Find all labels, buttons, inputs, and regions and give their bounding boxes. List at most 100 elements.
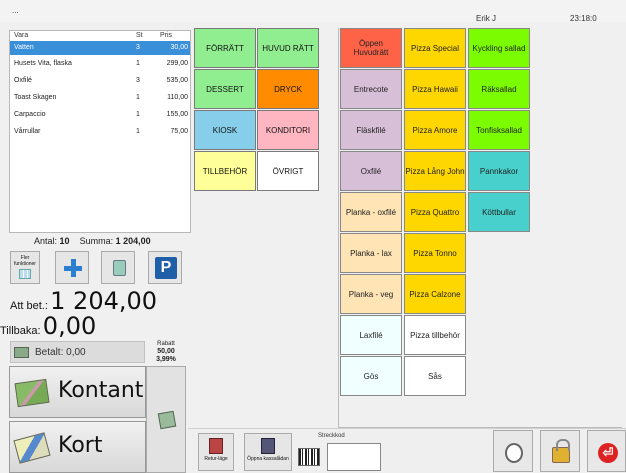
order-row[interactable]: Carpaccio 1 155,00 (10, 108, 190, 122)
order-row-qty: 1 (136, 60, 140, 67)
open-drawer-label: Öppna kassalådan (247, 456, 289, 462)
order-row-price: 75,00 (170, 128, 188, 135)
discount-amount: 50,00 (157, 348, 175, 355)
card-icon (13, 432, 51, 464)
discount-percent: 3,99% (156, 356, 176, 363)
summa-label: Summa: (79, 236, 114, 246)
order-row-qty: 3 (136, 44, 140, 51)
product-button[interactable]: Fläskfilé (340, 110, 402, 150)
title-bar: ... Erik J 23:18:0 (0, 0, 626, 23)
column-header-item: Vara (14, 32, 29, 39)
category-dessert[interactable]: DESSERT (194, 69, 256, 109)
grid-icon (19, 269, 31, 279)
open-drawer-button[interactable]: Öppna kassalådan (244, 433, 292, 471)
order-list-header: Vara St Pris (10, 31, 190, 41)
order-row-name: Carpaccio (14, 111, 46, 118)
barcode-label: Streckkod (318, 433, 345, 439)
more-functions-label: Fler funktioner (14, 255, 36, 267)
order-row-name: Toast Skagen (14, 94, 57, 101)
product-button[interactable]: Pannkakor (468, 151, 530, 191)
product-button[interactable]: Pizza Calzone (404, 274, 466, 314)
order-row[interactable]: Oxfilé 3 535,00 (10, 74, 190, 88)
order-row[interactable]: Vårrullar 1 75,00 (10, 125, 190, 139)
user-name: Erik J (476, 14, 496, 23)
product-button[interactable]: Planka - oxfilé (340, 192, 402, 232)
order-row-name: Vatten (14, 44, 34, 51)
product-button[interactable]: Kyckling sallad (468, 28, 530, 68)
product-button[interactable]: Planka - veg (340, 274, 402, 314)
order-row-price: 299,00 (166, 60, 188, 67)
card-payment-button[interactable]: Kort (9, 421, 146, 473)
other-payment-button[interactable] (146, 366, 186, 473)
change-due: Tillbaka: 0,00 (0, 312, 96, 340)
category-dryck[interactable]: DRYCK (257, 69, 319, 109)
delete-button[interactable] (101, 251, 135, 284)
amount-due-value: 1 204,00 (50, 287, 158, 315)
add-button[interactable] (55, 251, 89, 284)
product-button[interactable]: Pizza Hawaii (404, 69, 466, 109)
card-payment-label: Kort (58, 433, 103, 458)
clock: 23:18:0 (570, 14, 597, 23)
cash-payment-label: Kontant (58, 378, 144, 403)
return-mode-button[interactable]: Retur-läge (198, 433, 234, 471)
order-row-name: Oxfilé (14, 77, 32, 84)
column-header-price: Pris (160, 32, 173, 39)
product-button[interactable]: Laxfilé (340, 315, 402, 355)
product-button[interactable]: Öppen Huvudrätt (340, 28, 402, 68)
order-row[interactable]: Vatten 3 30,00 (10, 41, 190, 55)
lock-button[interactable] (540, 430, 580, 472)
antal-value: 10 (59, 236, 70, 246)
amount-due-label: Att bet.: (10, 300, 48, 312)
order-list[interactable]: Vara St Pris Vatten 3 30,00 Husets Vita,… (9, 30, 191, 233)
order-row[interactable]: Toast Skagen 1 110,00 (10, 91, 190, 105)
amount-due: Att bet.: 1 204,00 (10, 287, 157, 315)
discount-label: Rabatt (157, 341, 175, 347)
product-button[interactable]: Pizza Tonno (404, 233, 466, 273)
product-button[interactable]: Entrecote (340, 69, 402, 109)
order-row[interactable]: Husets Vita, flaska 1 299,00 (10, 57, 190, 71)
product-button[interactable]: Sås (404, 356, 466, 396)
product-button[interactable]: Gös (340, 356, 402, 396)
order-row-qty: 1 (136, 128, 140, 135)
order-summary: Antal: 10 Summa: 1 204,00 (34, 236, 151, 246)
product-button[interactable]: Pizza Amore (404, 110, 466, 150)
product-button[interactable]: Pizza tillbehör (404, 315, 466, 355)
category-konditori[interactable]: KONDITORI (257, 110, 319, 150)
barcode-icon (298, 448, 320, 466)
paid-field: Betalt: 0,00 (10, 341, 145, 363)
change-due-value: 0,00 (42, 312, 97, 340)
product-button[interactable]: Pizza Lång John (404, 151, 466, 191)
antal-label: Antal: (34, 236, 58, 246)
paid-label: Betalt: 0,00 (35, 347, 86, 358)
category-ovrigt[interactable]: ÖVRIGT (257, 151, 319, 191)
product-button[interactable]: Köttbullar (468, 192, 530, 232)
exit-icon: ⏎ (598, 443, 618, 463)
order-row-name: Husets Vita, flaska (14, 60, 72, 67)
order-row-name: Vårrullar (14, 128, 41, 135)
product-button[interactable]: Räksallad (468, 69, 530, 109)
cash-payment-button[interactable]: Kontant (9, 366, 146, 418)
category-huvudratt[interactable]: HUVUD RÄTT (257, 28, 319, 68)
voucher-icon (157, 410, 177, 430)
category-tillbehor[interactable]: TILLBEHÖR (194, 151, 256, 191)
order-row-price: 155,00 (166, 111, 188, 118)
more-functions-button[interactable]: Fler funktioner (10, 251, 40, 284)
order-row-qty: 1 (136, 111, 140, 118)
product-button[interactable]: Tonfisksallad (468, 110, 530, 150)
order-row-qty: 1 (136, 94, 140, 101)
exit-button[interactable]: ⏎ (587, 430, 626, 472)
stopwatch-icon (505, 443, 523, 463)
category-forratt[interactable]: FÖRRÄTT (194, 28, 256, 68)
barcode-input[interactable] (327, 443, 381, 471)
category-kiosk[interactable]: KIOSK (194, 110, 256, 150)
product-button[interactable]: Pizza Quattro (404, 192, 466, 232)
product-button[interactable]: Planka - lax (340, 233, 402, 273)
product-button[interactable]: Oxfilé (340, 151, 402, 191)
lock-icon (552, 439, 570, 463)
park-button[interactable]: P (148, 251, 182, 284)
order-row-price: 110,00 (167, 94, 188, 101)
drawer-icon (261, 438, 275, 454)
timer-button[interactable] (493, 430, 533, 472)
product-button[interactable]: Pizza Special (404, 28, 466, 68)
discount-info[interactable]: Rabatt 50,00 3,99% (146, 341, 186, 364)
